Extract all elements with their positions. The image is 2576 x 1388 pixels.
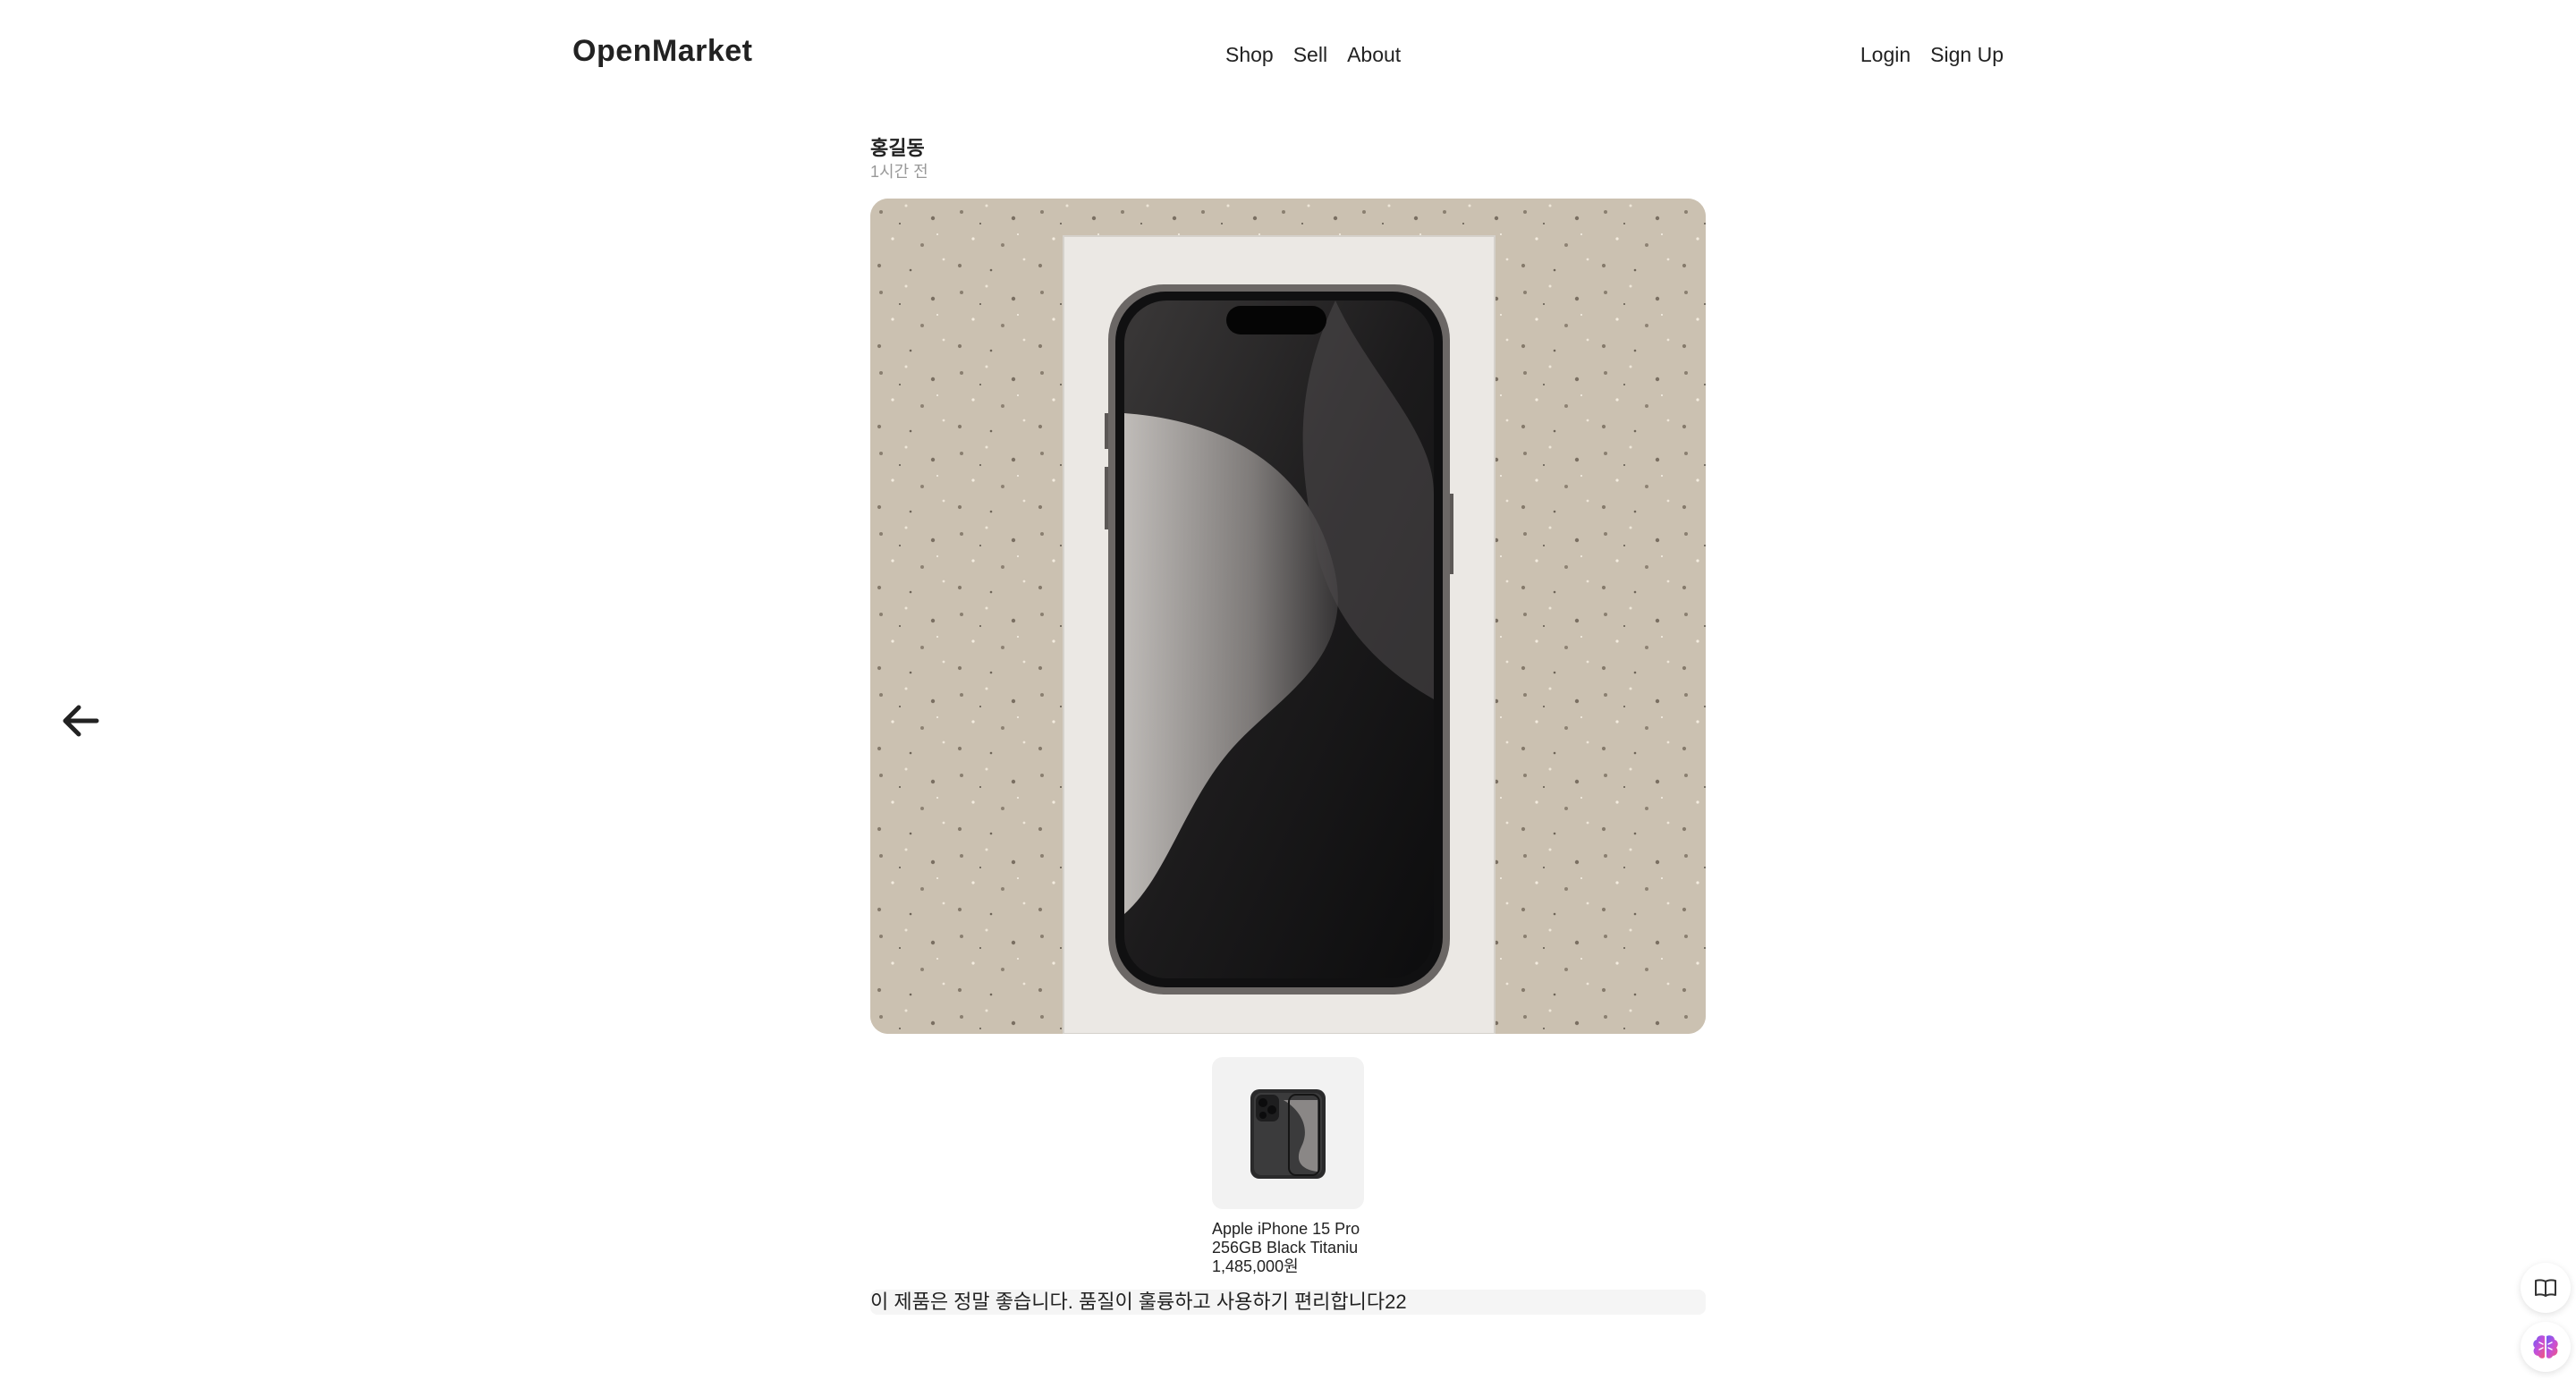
nav-shop-link[interactable]: Shop	[1225, 43, 1274, 67]
login-link[interactable]: Login	[1860, 43, 1911, 67]
post-photo[interactable]	[870, 199, 1706, 1034]
product-thumbnail[interactable]	[1212, 1057, 1364, 1209]
tagged-product-card[interactable]: Apple iPhone 15 Pro 256GB Black Titaniu …	[1212, 1057, 1364, 1276]
book-open-icon[interactable]	[2521, 1263, 2571, 1313]
nav-sell-link[interactable]: Sell	[1293, 43, 1327, 67]
auth-nav: Login Sign Up	[1860, 43, 2004, 67]
brand-logo[interactable]: OpenMarket	[572, 34, 753, 69]
signup-link[interactable]: Sign Up	[1930, 43, 2004, 67]
product-price: 1,485,000원	[1212, 1257, 1299, 1275]
post-header: 홍길동 1시간 전	[870, 136, 928, 182]
post-time: 1시간 전	[870, 163, 928, 181]
author-name[interactable]: 홍길동	[870, 136, 928, 161]
nav-about-link[interactable]: About	[1347, 43, 1401, 67]
top-navigation-bar: OpenMarket Shop Sell About Login Sign Up	[0, 0, 2576, 111]
product-name: Apple iPhone 15 Pro 256GB Black Titaniu	[1212, 1220, 1360, 1257]
main-nav: Shop Sell About	[1225, 43, 1401, 67]
brain-icon[interactable]	[2521, 1322, 2571, 1372]
arrow-left-icon[interactable]	[61, 703, 102, 739]
post-description: 이 제품은 정말 좋습니다. 품질이 훌륭하고 사용하기 편리합니다22	[870, 1290, 1706, 1315]
